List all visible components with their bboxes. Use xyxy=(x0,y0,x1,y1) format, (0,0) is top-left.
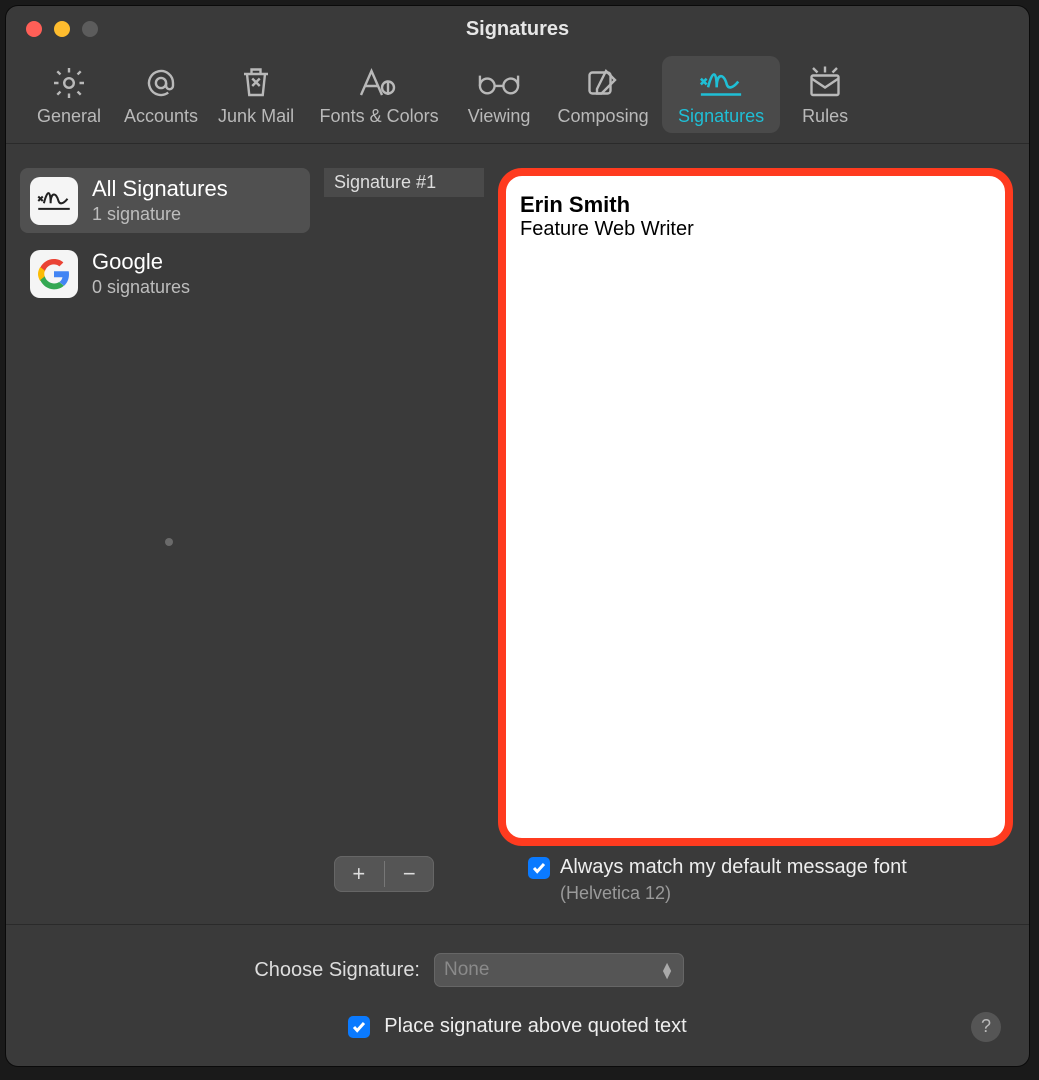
tab-accounts[interactable]: Accounts xyxy=(114,56,208,133)
signature-icon xyxy=(698,62,744,104)
glasses-icon xyxy=(477,62,521,104)
sidebar-item-all-signatures[interactable]: All Signatures 1 signature xyxy=(20,168,310,233)
preferences-window: Signatures General Accounts Junk Mail xyxy=(6,6,1029,1066)
sidebar-item-sub: 1 signature xyxy=(92,204,228,225)
tab-label: General xyxy=(37,106,101,127)
maximize-button[interactable] xyxy=(82,21,98,37)
signature-line-1: Erin Smith xyxy=(520,192,991,218)
place-above-label: Place signature above quoted text xyxy=(384,1015,686,1038)
at-icon xyxy=(143,62,179,104)
content-area: All Signatures 1 signature Google 0 sign… xyxy=(6,144,1029,1066)
choose-signature-value: None xyxy=(444,959,489,981)
compose-icon xyxy=(585,62,621,104)
choose-signature-select[interactable]: None ▲▼ xyxy=(434,953,684,987)
sidebar-item-name: All Signatures xyxy=(92,176,228,202)
tab-fonts-colors[interactable]: Fonts & Colors xyxy=(304,56,454,133)
tab-label: Composing xyxy=(558,106,649,127)
signature-glyph-icon xyxy=(30,177,78,225)
tab-label: Signatures xyxy=(678,106,764,127)
help-button[interactable]: ? xyxy=(971,1012,1001,1042)
chevron-up-down-icon: ▲▼ xyxy=(660,962,674,978)
bottom-section: Choose Signature: None ▲▼ Place signatur… xyxy=(6,924,1029,1066)
google-icon xyxy=(30,250,78,298)
choose-signature-label: Choose Signature: xyxy=(30,959,420,982)
tab-signatures[interactable]: Signatures xyxy=(662,56,780,133)
tab-label: Junk Mail xyxy=(218,106,294,127)
rules-icon xyxy=(807,62,843,104)
account-sidebar: All Signatures 1 signature Google 0 sign… xyxy=(20,168,310,846)
match-font-hint: (Helvetica 12) xyxy=(560,883,1015,904)
tab-rules[interactable]: Rules xyxy=(780,56,870,133)
remove-signature-button[interactable]: − xyxy=(385,861,435,887)
trash-icon xyxy=(238,62,274,104)
tab-label: Rules xyxy=(802,106,848,127)
tab-composing[interactable]: Composing xyxy=(544,56,662,133)
sidebar-item-sub: 0 signatures xyxy=(92,277,190,298)
window-title: Signatures xyxy=(6,18,1029,41)
choose-signature-row: Choose Signature: None ▲▼ xyxy=(30,953,1005,987)
tab-viewing[interactable]: Viewing xyxy=(454,56,544,133)
preferences-toolbar: General Accounts Junk Mail Fonts & Color… xyxy=(6,52,1029,144)
tab-junk-mail[interactable]: Junk Mail xyxy=(208,56,304,133)
add-signature-button[interactable]: + xyxy=(334,861,384,887)
place-above-row: Place signature above quoted text ? xyxy=(30,1015,1005,1038)
tab-label: Fonts & Colors xyxy=(320,106,439,127)
match-font-checkbox[interactable] xyxy=(528,857,550,879)
below-row: + − Always match my default message font… xyxy=(6,846,1029,924)
signature-editor[interactable]: Erin Smith Feature Web Writer xyxy=(498,168,1013,846)
columns: All Signatures 1 signature Google 0 sign… xyxy=(6,144,1029,846)
signature-list: Signature #1 xyxy=(324,168,484,846)
tab-label: Accounts xyxy=(124,106,198,127)
signature-list-item[interactable]: Signature #1 xyxy=(324,168,484,197)
add-remove-control: + − xyxy=(334,856,434,892)
sidebar-item-google[interactable]: Google 0 signatures xyxy=(20,241,310,306)
match-font-label: Always match my default message font xyxy=(560,856,907,879)
sidebar-item-name: Google xyxy=(92,249,190,275)
match-font-group: Always match my default message font (He… xyxy=(498,856,1015,904)
fonts-icon xyxy=(356,62,402,104)
gear-icon xyxy=(51,62,87,104)
minimize-button[interactable] xyxy=(54,21,70,37)
signature-line-2: Feature Web Writer xyxy=(520,218,991,241)
place-above-checkbox[interactable] xyxy=(348,1016,370,1038)
sidebar-drag-handle[interactable] xyxy=(165,538,173,546)
tab-label: Viewing xyxy=(468,106,531,127)
traffic-lights xyxy=(6,21,98,37)
titlebar: Signatures xyxy=(6,6,1029,52)
close-button[interactable] xyxy=(26,21,42,37)
tab-general[interactable]: General xyxy=(24,56,114,133)
